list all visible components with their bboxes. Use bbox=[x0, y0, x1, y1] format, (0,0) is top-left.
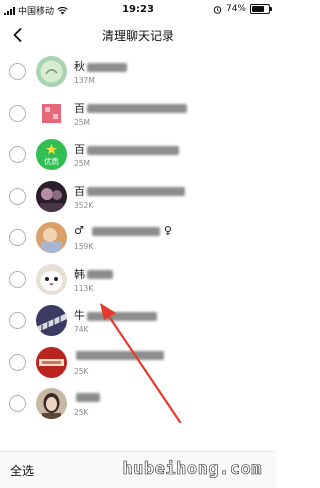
list-item[interactable]: 25K bbox=[0, 343, 276, 385]
list-item[interactable]: ♂ ♀ 159K bbox=[0, 218, 276, 260]
chat-size: 25K bbox=[74, 366, 89, 376]
select-all-button[interactable]: 全选 bbox=[10, 462, 34, 479]
contact-name: 牛 bbox=[74, 307, 157, 323]
chat-size: 113K bbox=[74, 283, 94, 293]
select-radio[interactable] bbox=[9, 312, 26, 329]
list-item[interactable]: 牛 74K bbox=[0, 301, 276, 343]
chat-size: 25M bbox=[74, 159, 91, 168]
chat-list: 秋 137M 百 25M 优质 百 25M 百 352K ♂ ♀ 159K 韩 … bbox=[0, 52, 276, 426]
avatar: 优质 bbox=[36, 139, 67, 170]
chat-size: 25M bbox=[74, 117, 91, 127]
contact-name: 百 bbox=[74, 183, 185, 199]
chat-size: 352K bbox=[74, 200, 94, 210]
select-radio[interactable] bbox=[9, 104, 26, 122]
avatar bbox=[36, 56, 67, 87]
contact-name bbox=[74, 390, 100, 403]
watermark: hubeihong.com bbox=[122, 459, 262, 480]
list-item[interactable]: 秋 137M bbox=[0, 52, 276, 94]
chat-size: 159K bbox=[74, 242, 94, 251]
select-radio[interactable] bbox=[9, 353, 26, 371]
select-radio[interactable] bbox=[9, 146, 26, 163]
battery-level bbox=[252, 6, 264, 12]
nav-bar: 清理聊天记录 bbox=[0, 20, 276, 50]
list-item[interactable]: 百 352K bbox=[0, 177, 276, 219]
list-item[interactable]: 25K bbox=[0, 384, 276, 426]
contact-name bbox=[74, 349, 164, 362]
status-right: 74% bbox=[213, 4, 272, 14]
clean-chat-history-screen: 中国移动 19:23 74% 清理聊天记录 秋 137M 百 25M 优质 百 … bbox=[0, 0, 276, 488]
battery-icon bbox=[250, 4, 272, 14]
contact-name: 韩 bbox=[74, 266, 113, 282]
bottom-bar: 全选 hubeihong.com bbox=[0, 451, 276, 488]
list-item[interactable]: 百 25M bbox=[0, 94, 276, 136]
select-radio[interactable] bbox=[9, 229, 26, 246]
avatar bbox=[36, 346, 67, 378]
chat-size: 137M bbox=[74, 76, 95, 85]
alarm-icon bbox=[213, 5, 222, 14]
avatar bbox=[36, 305, 67, 336]
avatar bbox=[36, 97, 67, 129]
list-item[interactable]: 优质 百 25M bbox=[0, 135, 276, 177]
avatar bbox=[36, 263, 67, 295]
select-radio[interactable] bbox=[9, 63, 26, 80]
svg-text:优质: 优质 bbox=[44, 156, 59, 166]
contact-name: 百 bbox=[74, 100, 187, 116]
chat-size: 74K bbox=[74, 325, 89, 334]
page-title: 清理聊天记录 bbox=[101, 29, 174, 43]
avatar bbox=[36, 388, 67, 419]
select-radio[interactable] bbox=[9, 270, 26, 288]
contact-name: ♂ ♀ bbox=[74, 224, 172, 237]
contact-name: 秋 bbox=[74, 58, 127, 74]
battery-percent: 74% bbox=[225, 4, 246, 14]
select-radio[interactable] bbox=[9, 395, 26, 412]
status-bar: 中国移动 19:23 74% bbox=[0, 0, 276, 20]
avatar bbox=[36, 222, 67, 253]
contact-name: 百 bbox=[74, 141, 179, 157]
chat-size: 25K bbox=[74, 408, 89, 417]
list-item[interactable]: 韩 113K bbox=[0, 260, 276, 302]
avatar bbox=[36, 180, 67, 212]
select-radio[interactable] bbox=[9, 187, 26, 205]
